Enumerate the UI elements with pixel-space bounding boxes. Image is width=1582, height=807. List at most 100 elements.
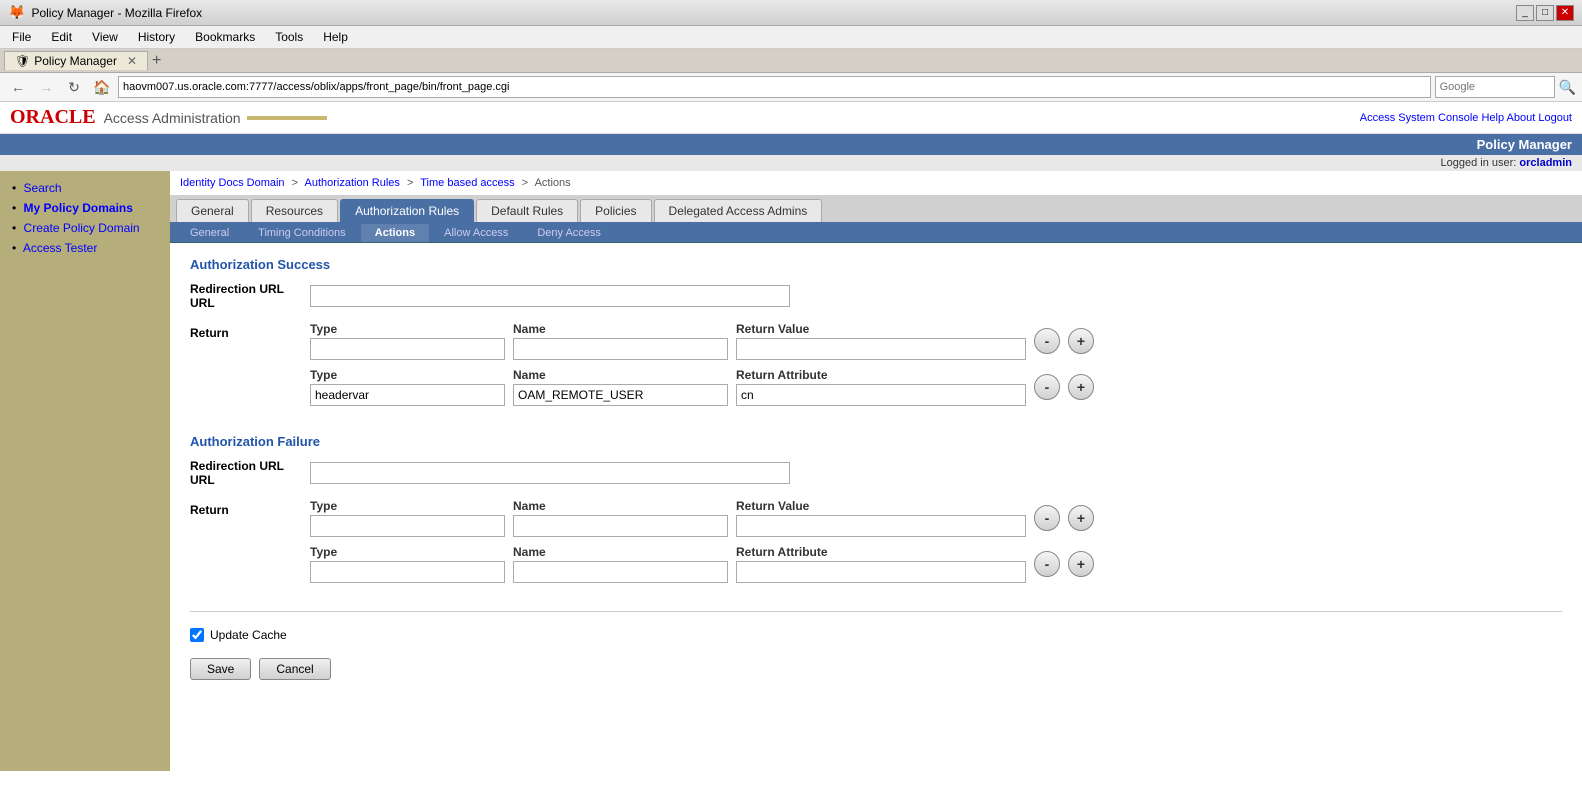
save-button[interactable]: Save — [190, 658, 251, 680]
failure-redirect-input[interactable] — [310, 462, 790, 484]
menu-tools[interactable]: Tools — [267, 28, 311, 46]
header-links: Access System Console Help About Logout — [1360, 112, 1572, 124]
failure-type-input-2[interactable] — [310, 561, 505, 583]
oracle-logo: ORACLE — [10, 106, 96, 129]
breadcrumb-auth-rules[interactable]: Authorization Rules — [305, 177, 400, 189]
failure-col-name-header: Name — [513, 499, 728, 513]
browser-title: Policy Manager - Mozilla Firefox — [31, 6, 202, 20]
oracle-subtitle: Access Administration — [104, 110, 241, 126]
menu-history[interactable]: History — [130, 28, 183, 46]
failure-name-input-2[interactable] — [513, 561, 728, 583]
success-remove-btn-2[interactable]: - — [1034, 374, 1060, 400]
cancel-button[interactable]: Cancel — [259, 658, 330, 680]
sidebar-item-my-policy-domains[interactable]: • My Policy Domains — [12, 201, 162, 215]
search-input[interactable] — [1435, 76, 1555, 98]
menu-edit[interactable]: Edit — [43, 28, 80, 46]
success-add-btn-1[interactable]: + — [1068, 328, 1094, 354]
auth-failure-title: Authorization Failure — [190, 434, 1562, 449]
success-return-label: Return — [190, 322, 310, 340]
sidebar-item-access-tester[interactable]: • Access Tester — [12, 241, 162, 255]
tab-resources[interactable]: Resources — [251, 199, 338, 222]
success-name-input-2[interactable] — [513, 384, 728, 406]
failure-return-header: Return Type Name Re — [190, 499, 1562, 591]
success-type-input-2[interactable] — [310, 384, 505, 406]
breadcrumb-identity-docs[interactable]: Identity Docs Domain — [180, 177, 285, 189]
failure-type-input-1[interactable] — [310, 515, 505, 537]
secondary-tabs: General Timing Conditions Actions Allow … — [170, 224, 1582, 243]
failure-return-attr-input-2[interactable] — [736, 561, 1026, 583]
forward-button[interactable]: → — [34, 76, 58, 98]
home-button[interactable]: 🏠 — [90, 76, 114, 98]
failure-remove-btn-2[interactable]: - — [1034, 551, 1060, 577]
link-access-system-console[interactable]: Access System Console — [1360, 112, 1479, 124]
update-cache-label: Update Cache — [210, 628, 287, 642]
content-area: Identity Docs Domain > Authorization Rul… — [170, 171, 1582, 771]
maximize-button[interactable]: □ — [1536, 5, 1554, 21]
failure-add-btn-1[interactable]: + — [1068, 505, 1094, 531]
menu-bar: File Edit View History Bookmarks Tools H… — [0, 26, 1582, 49]
success-type-input-1[interactable] — [310, 338, 505, 360]
failure-redirect-row: Redirection URL URL — [190, 459, 1562, 487]
failure-add-btn-2[interactable]: + — [1068, 551, 1094, 577]
tab-general[interactable]: General — [176, 199, 249, 222]
tab-sec-general[interactable]: General — [176, 224, 243, 242]
tab-sec-timing[interactable]: Timing Conditions — [244, 224, 360, 242]
breadcrumb-time-based[interactable]: Time based access — [420, 177, 514, 189]
policy-manager-bar: Policy Manager — [0, 134, 1582, 155]
tab-delegated-access-admins[interactable]: Delegated Access Admins — [654, 199, 823, 222]
success-col-return-attr-header: Return Attribute — [736, 368, 1026, 382]
failure-return-value-input-1[interactable] — [736, 515, 1026, 537]
reload-button[interactable]: ↻ — [62, 76, 86, 98]
failure-redirect-label: Redirection URL URL — [190, 459, 310, 487]
tab-policies[interactable]: Policies — [580, 199, 651, 222]
window-controls: _ □ ✕ — [1516, 5, 1574, 21]
update-cache-checkbox[interactable] — [190, 628, 204, 642]
success-col-name-header-2: Name — [513, 368, 728, 382]
tab-label: Policy Manager — [34, 54, 117, 68]
url-input[interactable] — [118, 76, 1431, 98]
tab-sec-deny-access[interactable]: Deny Access — [523, 224, 615, 242]
failure-return-fields: Type Name Return Value - — [310, 499, 1562, 591]
success-name-input-1[interactable] — [513, 338, 728, 360]
tab-sec-actions[interactable]: Actions — [361, 224, 429, 242]
menu-bookmarks[interactable]: Bookmarks — [187, 28, 263, 46]
failure-remove-btn-1[interactable]: - — [1034, 505, 1060, 531]
new-tab-button[interactable]: + — [152, 52, 161, 70]
menu-help[interactable]: Help — [315, 28, 356, 46]
browser-tab[interactable]: 🛡 Policy Manager ✕ — [4, 51, 148, 70]
failure-col-return-attr-header: Return Attribute — [736, 545, 1026, 559]
search-go-icon[interactable]: 🔍 — [1559, 79, 1576, 96]
browser-titlebar: 🦊 Policy Manager - Mozilla Firefox _ □ ✕ — [0, 0, 1582, 26]
success-redirect-input[interactable] — [310, 285, 790, 307]
success-redirect-row: Redirection URL URL — [190, 282, 1562, 310]
link-logout[interactable]: Logout — [1538, 112, 1572, 124]
success-remove-btn-1[interactable]: - — [1034, 328, 1060, 354]
menu-file[interactable]: File — [4, 28, 39, 46]
sidebar-item-search[interactable]: • Search — [12, 181, 162, 195]
menu-view[interactable]: View — [84, 28, 126, 46]
tab-authorization-rules[interactable]: Authorization Rules — [340, 199, 474, 222]
separator — [190, 611, 1562, 612]
tab-default-rules[interactable]: Default Rules — [476, 199, 578, 222]
link-about[interactable]: About — [1507, 112, 1536, 124]
close-button[interactable]: ✕ — [1556, 5, 1574, 21]
tab-icon: 🛡 — [15, 54, 30, 68]
minimize-button[interactable]: _ — [1516, 5, 1534, 21]
success-return-row-headers: Type Name Return Value - — [310, 322, 1562, 360]
update-cache-row: Update Cache — [190, 628, 1562, 642]
success-redirect-label: Redirection URL URL — [190, 282, 310, 310]
tab-close-icon[interactable]: ✕ — [127, 54, 137, 68]
success-return-attr-input-2[interactable] — [736, 384, 1026, 406]
tab-sec-allow-access[interactable]: Allow Access — [430, 224, 522, 242]
success-return-value-input-1[interactable] — [736, 338, 1026, 360]
success-return-header: Return Type Name Re — [190, 322, 1562, 414]
oracle-subtitle-bar — [247, 116, 327, 120]
link-help[interactable]: Help — [1481, 112, 1504, 124]
back-button[interactable]: ← — [6, 76, 30, 98]
sidebar-item-create-policy-domain[interactable]: • Create Policy Domain — [12, 221, 162, 235]
main-layout: • Search • My Policy Domains • Create Po… — [0, 171, 1582, 771]
success-add-btn-2[interactable]: + — [1068, 374, 1094, 400]
sidebar-nav: • Search • My Policy Domains • Create Po… — [8, 181, 162, 255]
failure-col-name-header-2: Name — [513, 545, 728, 559]
failure-name-input-1[interactable] — [513, 515, 728, 537]
